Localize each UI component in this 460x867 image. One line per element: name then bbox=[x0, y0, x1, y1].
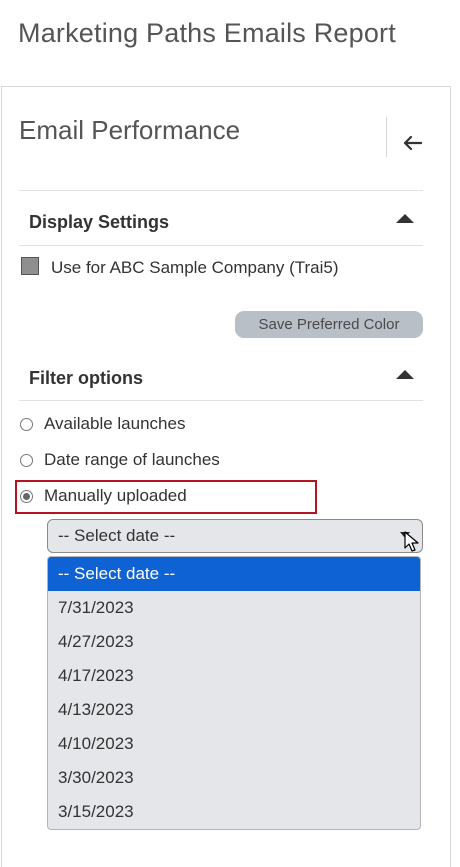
dropdown-option[interactable]: 7/31/2023 bbox=[48, 591, 420, 625]
date-select[interactable]: -- Select date -- bbox=[47, 519, 423, 553]
dropdown-option[interactable]: 4/10/2023 bbox=[48, 727, 420, 761]
save-preferred-color-button[interactable]: Save Preferred Color bbox=[235, 311, 423, 338]
radio-button[interactable] bbox=[20, 417, 33, 431]
filter-options-heading: Filter options bbox=[29, 368, 143, 388]
divider bbox=[19, 190, 423, 191]
dropdown-option[interactable]: 4/27/2023 bbox=[48, 625, 420, 659]
radio-label: Date range of launches bbox=[44, 450, 220, 469]
divider bbox=[19, 245, 423, 246]
color-swatch[interactable] bbox=[21, 257, 39, 275]
caret-up-icon[interactable] bbox=[396, 370, 414, 379]
dropdown-option[interactable]: 3/15/2023 bbox=[48, 795, 420, 829]
divider bbox=[19, 400, 423, 401]
dropdown-option[interactable]: 4/13/2023 bbox=[48, 693, 420, 727]
dropdown-option[interactable]: 4/17/2023 bbox=[48, 659, 420, 693]
panel-title: Email Performance bbox=[19, 115, 241, 145]
use-for-company-label: Use for ABC Sample Company (Trai5) bbox=[51, 258, 339, 277]
page-title: Marketing Paths Emails Report bbox=[18, 18, 396, 48]
arrow-left-icon bbox=[403, 135, 422, 151]
select-value: -- Select date -- bbox=[58, 526, 176, 545]
caret-up-icon[interactable] bbox=[396, 214, 414, 223]
dropdown-option[interactable]: -- Select date -- bbox=[48, 557, 420, 591]
back-button[interactable] bbox=[398, 129, 426, 157]
radio-date-range[interactable]: Date range of launches bbox=[20, 449, 220, 471]
radio-button[interactable] bbox=[20, 453, 33, 467]
date-dropdown-list[interactable]: -- Select date -- 7/31/2023 4/27/2023 4/… bbox=[47, 556, 421, 830]
display-settings-heading: Display Settings bbox=[29, 212, 170, 232]
highlight-box bbox=[15, 480, 317, 514]
dropdown-option[interactable]: 3/30/2023 bbox=[48, 761, 420, 795]
radio-label: Available launches bbox=[44, 414, 186, 433]
radio-available-launches[interactable]: Available launches bbox=[20, 413, 185, 435]
mouse-cursor-icon bbox=[404, 531, 419, 552]
header-divider bbox=[386, 117, 387, 157]
